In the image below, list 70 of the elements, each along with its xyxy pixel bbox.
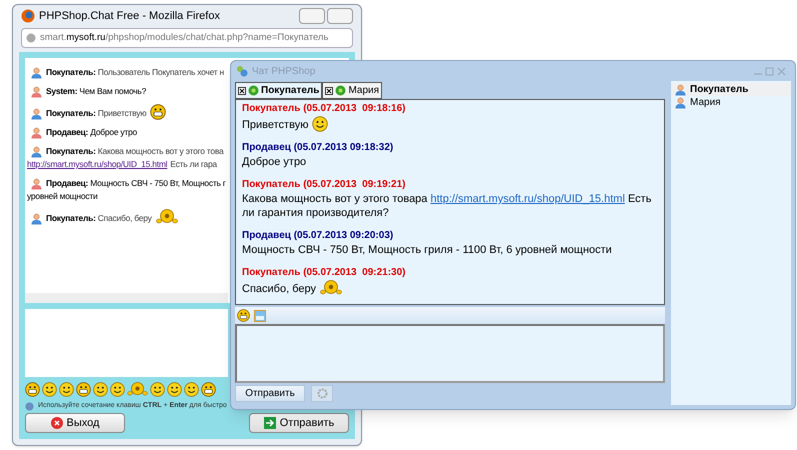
message-header: Покупатель (05.07.2013 09:21:30) (242, 266, 406, 280)
message-text: Есть ли гара (170, 158, 217, 171)
chat-logo-icon (235, 64, 248, 78)
chat-tab[interactable]: Покупатель (235, 82, 322, 99)
message-input[interactable] (235, 324, 665, 383)
smiley-icon (59, 382, 74, 396)
message-text: Мощность СВЧ - 750 Вт, Мощность гриля - 1100 Вт, 6 уровней мощности (242, 243, 612, 257)
close-icon[interactable] (238, 86, 246, 94)
address-field[interactable]: smart.mysoft.ru/phpshop/modules/chat/chat.php?name=Покупатель (21, 28, 353, 48)
user-icon (31, 86, 42, 98)
message-text: Приветствую (242, 118, 308, 132)
grinning-smiley-icon (201, 382, 216, 396)
close-icon (50, 417, 63, 429)
user-list-item[interactable]: Мария (671, 96, 791, 109)
user-list-item[interactable]: Покупатель (671, 83, 791, 96)
message-text: Доброе утро (242, 155, 306, 169)
user-icon (31, 178, 42, 190)
message-text: Покупатель: Какова мощность вот у этого това (46, 145, 224, 158)
message-text: System: Чем Вам помочь? (46, 85, 146, 98)
smiley-icon (93, 382, 108, 396)
send-button[interactable]: Отправить (249, 413, 349, 433)
smiley-icon (150, 382, 165, 396)
minimize-button[interactable] (299, 8, 325, 24)
message-text: Продавец: Доброе утро (46, 126, 138, 139)
user-icon (675, 96, 686, 108)
grinning-smiley-icon (76, 382, 91, 396)
message-text: Покупатель: Спасибо, беру (46, 212, 152, 225)
message-header: Продавец (05.07.2013 09:20:03) (242, 229, 394, 243)
browser-logo-icon (21, 9, 35, 23)
message-text: Спасибо, беру (242, 282, 316, 296)
message-header: Продавец (05.07.2013 09:18:32) (242, 141, 394, 155)
message-text: Продавец: Мощность СВЧ - 750 Вт, Мощность г (46, 177, 226, 190)
user-icon (675, 84, 686, 96)
smiley-icon (184, 382, 199, 396)
image-icon[interactable] (254, 310, 266, 322)
smiley-icon (110, 382, 125, 396)
close-icon[interactable] (325, 86, 334, 94)
message-text: уровней мощности (27, 190, 98, 203)
settings-button[interactable] (311, 385, 333, 402)
exit-button[interactable]: Выход (25, 413, 125, 433)
message-header: Покупатель (05.07.2013 09:19:21) (242, 178, 406, 192)
user-icon (31, 127, 42, 139)
message-header: Покупатель (05.07.2013 09:18:16) (242, 102, 406, 116)
product-link[interactable]: http://smart.mysoft.ru/shop/UID_15.html (430, 193, 625, 205)
product-link[interactable]: http://smart.mysoft.ru/shop/UID_15.html (27, 158, 168, 171)
message-text: Какова мощность вот у этого товара http://smart.mysoft.ru/shop/UID_15.html Есть ли гарантия производителя? (242, 192, 652, 220)
window-title: Чат PHPShop (252, 64, 316, 78)
url-text: smart.mysoft.ru/phpshop/modules/chat/chat.php?name=Покупатель (40, 30, 328, 45)
grinning-smiley-icon (25, 382, 40, 396)
chat-tab[interactable]: Мария (322, 82, 382, 99)
message-text: Покупатель: Приветствую (46, 107, 146, 120)
smiley-icon (42, 382, 57, 396)
user-icon (31, 108, 42, 120)
waving-smiley-icon (320, 280, 342, 296)
message-input[interactable] (25, 309, 228, 377)
waving-smiley-icon (156, 209, 178, 225)
window-title: PHPShop.Chat Free - Mozilla Firefox (39, 8, 220, 24)
window-controls-icon[interactable] (753, 66, 787, 76)
grinning-smiley-icon (150, 104, 166, 120)
user-icon (31, 146, 42, 158)
grinning-smiley-icon (237, 309, 250, 322)
send-button[interactable]: Отправить (235, 385, 305, 402)
waving-smiley-icon (127, 382, 148, 396)
message-text: Покупатель: Пользователь Покупатель хочет н (46, 66, 224, 79)
maximize-button[interactable] (327, 8, 353, 24)
smiley-icon (167, 382, 182, 396)
smiley-icon (312, 116, 328, 132)
user-icon (31, 213, 42, 225)
arrow-icon (264, 417, 276, 429)
user-icon (31, 67, 42, 79)
